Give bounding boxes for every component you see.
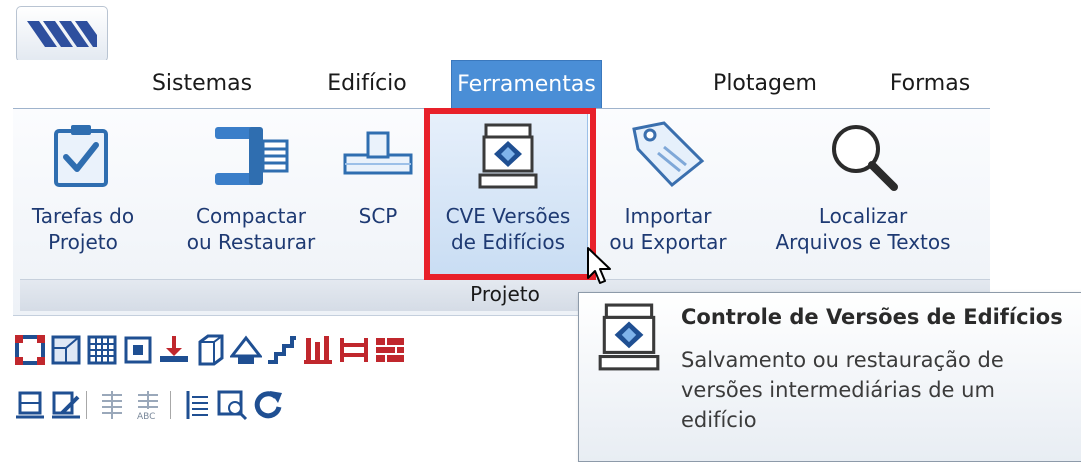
refresh-icon[interactable] xyxy=(252,389,284,421)
compactar-ou-restaurar-label: Compactar ou Restaurar xyxy=(186,204,316,254)
view-search-icon[interactable] xyxy=(216,389,248,421)
masonry-icon[interactable] xyxy=(374,334,406,366)
stairs-icon[interactable] xyxy=(266,334,298,366)
tarefas-do-projeto-button[interactable]: Tarefas do Projeto xyxy=(13,109,153,279)
stack-levels-icon[interactable] xyxy=(96,389,128,421)
magnifier-icon xyxy=(832,125,898,191)
localizar-arquivos-e-textos-label: Localizar Arquivos e Textos xyxy=(775,204,951,254)
columns-icon[interactable] xyxy=(302,334,334,366)
edit-level-icon[interactable] xyxy=(50,389,82,421)
slab-icon[interactable] xyxy=(122,334,154,366)
tab-edificio[interactable]: Edifício xyxy=(300,60,434,108)
ribbon-tab-strip: Sistemas Edifício Ferramentas Plotagem F… xyxy=(0,60,990,108)
block-icon[interactable] xyxy=(194,334,226,366)
tarefas-do-projeto-label: Tarefas do Projeto xyxy=(31,204,135,254)
floor-plan-icon[interactable] xyxy=(50,334,82,366)
section-levels-icon[interactable] xyxy=(180,389,212,421)
stack-levels-abc-icon[interactable]: ABC xyxy=(132,389,164,421)
application-logo-icon xyxy=(27,21,97,47)
tab-sistemas[interactable]: Sistemas xyxy=(128,60,276,108)
level-icon[interactable] xyxy=(14,389,46,421)
tooltip-description: Salvamento ou restauração de versões int… xyxy=(681,348,1004,432)
localizar-arquivos-e-textos-button[interactable]: Localizar Arquivos e Textos xyxy=(748,109,978,279)
pipe-tee-icon xyxy=(343,131,413,175)
clipboard-check-icon xyxy=(54,125,108,187)
grid-icon[interactable] xyxy=(86,334,118,366)
toolbar-row-2: ABC xyxy=(14,385,594,427)
tag-icon xyxy=(632,121,705,188)
tab-plotagem[interactable]: Plotagem xyxy=(690,60,840,108)
beams-icon[interactable] xyxy=(338,334,370,366)
tooltip: Controle de Versões de Edifícios Salvame… xyxy=(578,292,1081,462)
clamp-icon xyxy=(215,127,289,185)
frame-select-icon[interactable] xyxy=(14,334,46,366)
roof-icon[interactable] xyxy=(230,334,262,366)
tab-formas[interactable]: Formas xyxy=(870,60,990,108)
tooltip-title: Controle de Versões de Edifícios xyxy=(681,305,1063,329)
mouse-cursor-icon xyxy=(587,247,611,284)
scp-label: SCP xyxy=(358,204,398,228)
toolbar-row-1 xyxy=(14,330,594,372)
toolbar-separator xyxy=(86,391,87,419)
svg-text:ABC: ABC xyxy=(137,412,155,421)
toolbar-separator xyxy=(170,391,171,419)
highlight-box xyxy=(424,108,596,280)
tab-ferramentas[interactable]: Ferramentas xyxy=(451,60,602,108)
version-control-icon xyxy=(598,303,660,371)
scp-button[interactable]: SCP xyxy=(333,109,423,279)
compactar-ou-restaurar-button[interactable]: Compactar ou Restaurar xyxy=(171,109,331,279)
load-icon[interactable] xyxy=(158,334,190,366)
application-button[interactable] xyxy=(16,6,108,62)
